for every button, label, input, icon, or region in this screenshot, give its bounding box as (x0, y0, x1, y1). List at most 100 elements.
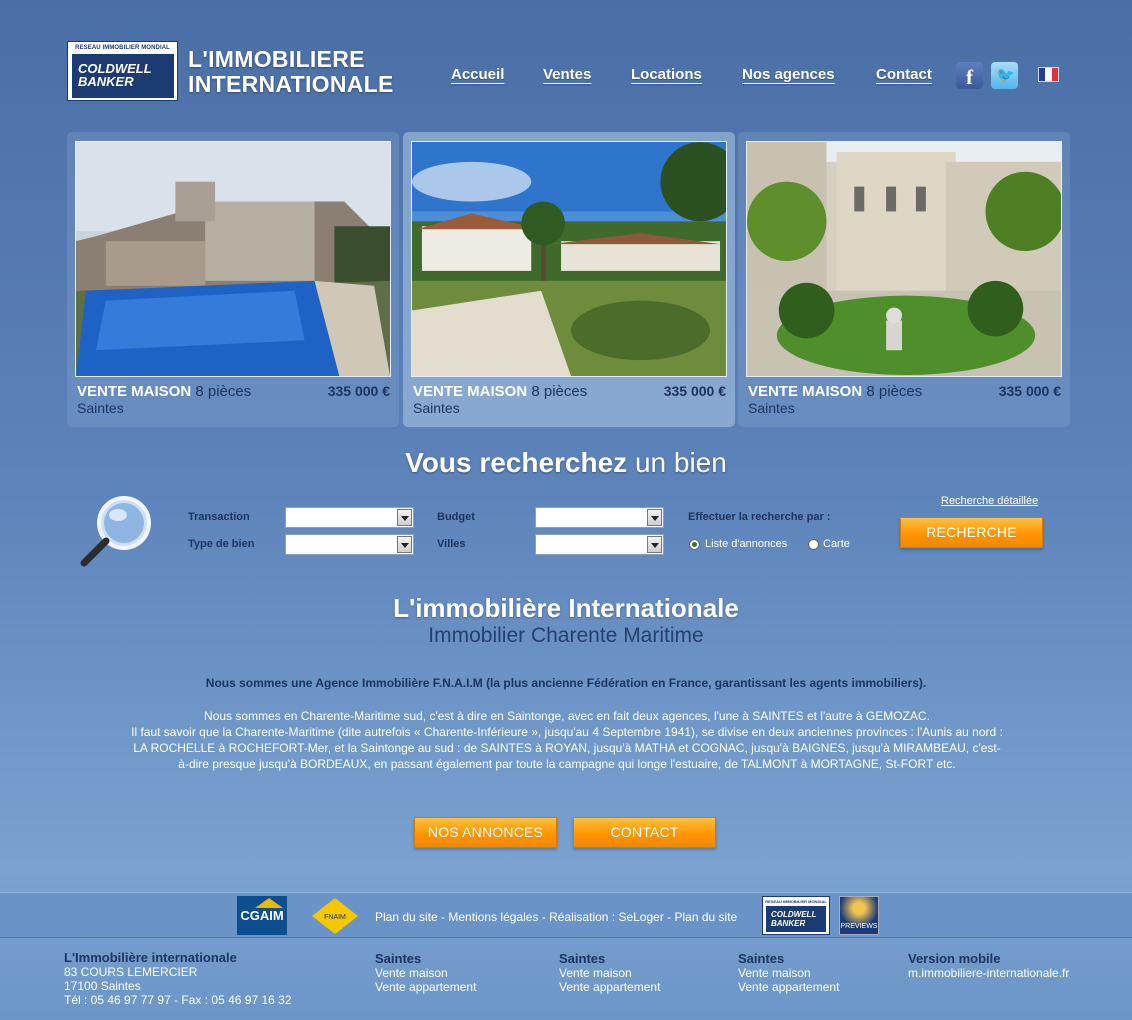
property-type-select[interactable] (285, 534, 414, 555)
detailed-search-link[interactable]: Recherche détaillée (941, 495, 1038, 507)
listing-price-1: 335 000 € (327, 383, 390, 399)
intro-line-4: à-dire presque jusqu'à BORDEAUX, en pass… (178, 757, 956, 771)
listing-type-2: VENTE MAISON (413, 383, 528, 400)
magnifier-icon (80, 496, 151, 567)
map-mode-label[interactable]: Carte (823, 538, 850, 550)
site-title-line2: INTERNATIONALE (188, 71, 394, 97)
footer-col-1-title: Saintes (375, 951, 422, 966)
nav-accueil[interactable]: Accueil (451, 66, 504, 83)
footer-col-2-link-1[interactable]: Vente maison (559, 966, 660, 980)
site-title: L'IMMOBILIERE INTERNATIONALE (188, 47, 394, 97)
site-title-line1: L'IMMOBILIERE (188, 46, 365, 72)
our-listings-button[interactable]: NOS ANNONCES (414, 817, 557, 848)
search-title-rest: un bien (634, 447, 727, 478)
twitter-icon[interactable] (991, 62, 1018, 89)
footer-col-2-link-2[interactable]: Vente appartement (559, 980, 660, 994)
contact-button[interactable]: CONTACT (573, 817, 716, 848)
footer-col-1-link-1[interactable]: Vente maison (375, 966, 476, 980)
company-name: L'Immobilière internationale (64, 950, 237, 965)
budget-select[interactable] (535, 507, 664, 528)
villes-select[interactable] (535, 534, 664, 555)
listing-type-3: VENTE MAISON (748, 383, 863, 400)
footer-col-1: Saintes Vente maison Vente appartement (375, 951, 476, 995)
budget-label: Budget (437, 511, 475, 523)
villes-label: Villes (437, 538, 466, 550)
company-city: 17100 Saintes (64, 979, 141, 993)
facebook-icon[interactable] (956, 62, 983, 90)
mobile-url[interactable]: m.immobiliere-internationale.fr (908, 966, 1069, 980)
company-address: 83 COURS LEMERCIER (64, 965, 198, 979)
logo-mark: COLDWELL BANKER (72, 54, 174, 98)
cgaim-text: CGAIM (240, 908, 284, 923)
logo-line2: BANKER (78, 74, 134, 89)
fnaim-logo[interactable]: FNAIM (312, 898, 358, 934)
listing-city-1: Saintes (77, 400, 124, 416)
fnaim-text: FNAIM (324, 914, 346, 921)
chevron-down-icon[interactable] (397, 509, 412, 526)
coldwell-banker-footer-logo[interactable]: RESEAU IMMOBILIER MONDIAL COLDWELL BANKE… (762, 896, 830, 935)
cb-footer-top-text: RESEAU IMMOBILIER MONDIAL (765, 899, 827, 904)
intro-subtitle: Immobilier Charente Maritime (428, 624, 704, 647)
intro-title: L'immobilière Internationale (393, 593, 739, 623)
nav-nos-agences[interactable]: Nos agences (742, 66, 835, 83)
chevron-down-icon[interactable] (647, 536, 662, 553)
nav-ventes[interactable]: Ventes (543, 66, 591, 83)
listing-city-3: Saintes (748, 400, 795, 416)
listing-card-1[interactable]: VENTE MAISON 8 pièces 335 000 € Saintes (67, 132, 399, 427)
listing-photo-1[interactable] (75, 141, 391, 377)
search-title: Vous recherchez un bien (0, 447, 1132, 479)
chevron-down-icon[interactable] (397, 536, 412, 553)
list-mode-label[interactable]: Liste d'annonces (705, 538, 787, 550)
listing-price-2: 335 000 € (663, 383, 726, 399)
transaction-select[interactable] (285, 507, 414, 528)
nav-contact[interactable]: Contact (876, 66, 932, 83)
footer-mobile: Version mobile m.immobiliere-internation… (908, 951, 1069, 981)
listing-title-3: VENTE MAISON 8 pièces (748, 383, 922, 400)
transaction-label: Transaction (188, 511, 250, 523)
intro-paragraph-1: Nous sommes une Agence Immobilière F.N.A… (205, 676, 927, 690)
footer-col-2: Saintes Vente maison Vente appartement (559, 951, 660, 995)
footer-col-3: Saintes Vente maison Vente appartement (738, 951, 839, 995)
footer-links[interactable]: Plan du site - Mentions légales - Réalis… (375, 910, 737, 924)
map-mode-radio[interactable] (808, 539, 819, 550)
search-mode-label: Effectuer la recherche par : (688, 511, 831, 523)
listing-rooms-3: 8 pièces (866, 383, 923, 400)
company-phone: Tél : 05 46 97 77 97 - Fax : 05 46 97 16… (64, 993, 292, 1007)
listing-price-3: 335 000 € (998, 383, 1061, 399)
list-mode-radio[interactable] (689, 539, 700, 550)
footer-col-3-title: Saintes (738, 951, 785, 966)
cb-footer-mark: COLDWELL BANKER (766, 906, 826, 932)
listing-photo-3[interactable] (746, 141, 1062, 377)
listing-card-2[interactable]: VENTE MAISON 8 pièces 335 000 € Saintes (403, 132, 735, 427)
footer-company: L'Immobilière internationale 83 COURS LE… (64, 950, 292, 1008)
listing-photo-2[interactable] (411, 141, 727, 377)
cb-footer-line1: COLDWELL (771, 910, 817, 919)
intro-paragraph-2: Nous sommes en Charente-Maritime sud, c'… (92, 708, 1042, 772)
property-type-label: Type de bien (188, 538, 255, 550)
coldwell-banker-logo[interactable]: RESEAU IMMOBILIER MONDIAL COLDWELL BANKE… (67, 41, 178, 101)
french-flag-icon[interactable] (1038, 67, 1059, 82)
footer-col-3-link-2[interactable]: Vente appartement (738, 980, 839, 994)
listing-type-1: VENTE MAISON (77, 383, 192, 400)
logo-top-text: RESEAU IMMOBILIER MONDIAL (75, 45, 170, 51)
listing-card-3[interactable]: VENTE MAISON 8 pièces 335 000 € Saintes (738, 132, 1070, 427)
previews-text: PREVIEWS (840, 923, 878, 930)
listing-title-2: VENTE MAISON 8 pièces (413, 383, 587, 400)
previews-logo[interactable]: PREVIEWS (839, 896, 879, 935)
search-button[interactable]: RECHERCHE (900, 517, 1043, 548)
intro-line-2: Il faut savoir que la Charente-Maritime … (131, 725, 1003, 739)
intro-line-3: LA ROCHELLE à ROCHEFORT-Mer, et la Saint… (133, 741, 1001, 755)
listing-title-1: VENTE MAISON 8 pièces (77, 383, 251, 400)
mobile-title: Version mobile (908, 951, 1001, 966)
nav-locations[interactable]: Locations (631, 66, 702, 83)
footer-col-1-link-2[interactable]: Vente appartement (375, 980, 476, 994)
cgaim-logo[interactable]: CGAIM (237, 896, 287, 935)
chevron-down-icon[interactable] (647, 509, 662, 526)
cb-footer-line2: BANKER (771, 919, 806, 928)
listing-city-2: Saintes (413, 400, 460, 416)
listing-rooms-2: 8 pièces (531, 383, 588, 400)
footer-col-2-title: Saintes (559, 951, 606, 966)
footer-col-3-link-1[interactable]: Vente maison (738, 966, 839, 980)
listing-rooms-1: 8 pièces (195, 383, 252, 400)
intro-line-1: Nous sommes en Charente-Maritime sud, c'… (204, 709, 930, 723)
